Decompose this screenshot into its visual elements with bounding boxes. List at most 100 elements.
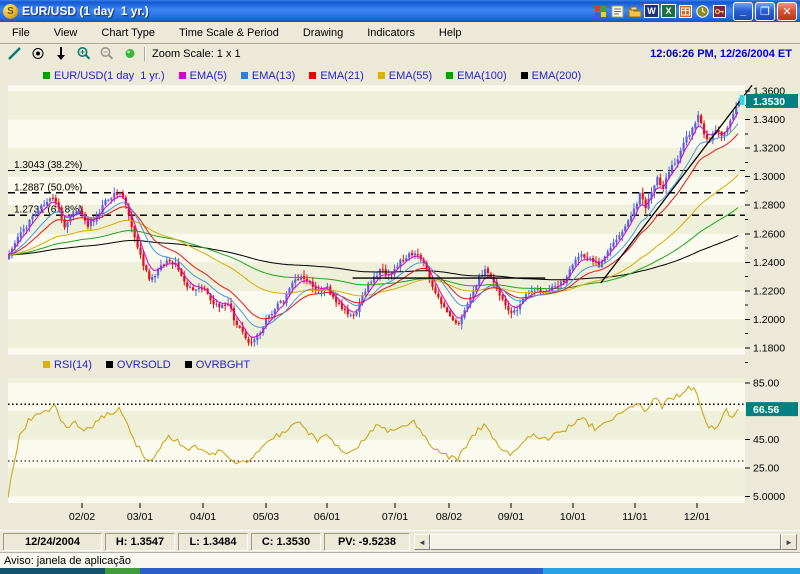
legend-label: EMA(55) (389, 70, 432, 82)
legend-item: EMA(55) (378, 70, 432, 82)
x-axis-label: 02/02 (69, 511, 95, 523)
app-grid-icon[interactable] (593, 4, 608, 18)
x-axis-label: 04/01 (190, 511, 216, 523)
legend-swatch (378, 72, 385, 79)
x-axis-label: 12/01 (684, 511, 710, 523)
legend-item: EMA(100) (446, 70, 507, 82)
strip-segment (140, 568, 543, 574)
price-axis-label: 1.2800 (753, 200, 785, 212)
line-tool-icon[interactable] (7, 46, 23, 61)
horizontal-scrollbar[interactable]: ◄ ► (414, 534, 797, 551)
price-legend: EUR/USD(1 day 1 yr.) EMA(5) EMA(13) EMA(21)… (43, 69, 581, 82)
rsi-axis-label: 5.0000 (753, 491, 785, 503)
down-arrow-icon[interactable] (53, 46, 69, 61)
legend-swatch (446, 72, 453, 79)
title-bar: S EUR/USD (1 day 1 yr.) WX _❐✕ (0, 0, 800, 22)
legend-item: RSI(14) (43, 359, 92, 371)
price-highlight-label: 1.3530 (753, 96, 785, 108)
price-axis-label: 1.3400 (753, 114, 785, 126)
drawing-tools (7, 46, 138, 61)
fib-label: 1.2887 (50.0%) (14, 182, 82, 193)
notes-icon[interactable] (610, 4, 625, 18)
scroll-right-button[interactable]: ► (781, 534, 797, 550)
menu-item-indicators[interactable]: Indicators (355, 24, 427, 42)
background-window-strip (0, 568, 800, 574)
status-cell: H: 1.3547 (105, 533, 175, 551)
legend-label: OVRSOLD (117, 359, 171, 371)
zoom-out-icon[interactable] (99, 46, 115, 61)
price-axis-label: 1.3200 (753, 143, 785, 155)
menu-item-time-scale-period[interactable]: Time Scale & Period (167, 24, 291, 42)
key-icon[interactable] (712, 4, 727, 18)
legend-swatch (309, 72, 316, 79)
scroll-left-button[interactable]: ◄ (414, 534, 430, 550)
app-coin-icon: S (3, 4, 18, 19)
legend-label: OVRBGHT (196, 359, 250, 371)
x-axis-label: 05/03 (253, 511, 279, 523)
menu-item-drawing[interactable]: Drawing (291, 24, 355, 42)
x-axis-label: 07/01 (382, 511, 408, 523)
chart-canvas[interactable]: 1.3043 (38.2%)1.2887 (50.0%)1.2731 (61.8… (0, 62, 800, 530)
legend-label: EMA(200) (532, 70, 582, 82)
close-button[interactable]: ✕ (777, 2, 797, 21)
minimize-button[interactable]: _ (733, 2, 753, 21)
menu-item-file[interactable]: File (0, 24, 42, 42)
legend-swatch (521, 72, 528, 79)
legend-item: EMA(21) (309, 70, 363, 82)
x-axis-label: 09/01 (498, 511, 524, 523)
applet-warning-bar: Aviso: janela de aplicação (0, 552, 800, 568)
folder-open-icon[interactable] (627, 4, 642, 18)
status-bar: 12/24/2004H: 1.3547L: 1.3484C: 1.3530PV:… (0, 530, 800, 553)
rsi-axis-label: 45.00 (753, 434, 779, 446)
legend-swatch (185, 361, 192, 368)
zoom-in-icon[interactable] (76, 46, 92, 61)
x-axis-label: 11/01 (622, 511, 648, 523)
chart-area[interactable]: 1.3043 (38.2%)1.2887 (50.0%)1.2731 (61.8… (0, 62, 800, 530)
x-axis-label: 10/01 (560, 511, 586, 523)
rsi-legend: RSI(14) OVRSOLD OVRBGHT (43, 358, 250, 371)
legend-label: RSI(14) (54, 359, 92, 371)
tick-ball-icon[interactable] (122, 46, 138, 61)
price-axis-label: 1.2000 (753, 314, 785, 326)
menu-item-chart-type[interactable]: Chart Type (89, 24, 167, 42)
window-title: EUR/USD (1 day 1 yr.) (22, 4, 149, 18)
quote-cells: 12/24/2004H: 1.3547L: 1.3484C: 1.3530PV:… (0, 533, 410, 551)
clock-icon[interactable] (695, 4, 710, 18)
menu-item-help[interactable]: Help (427, 24, 474, 42)
status-cell: PV: -9.5238 (324, 533, 410, 551)
legend-label: EMA(13) (252, 70, 295, 82)
price-axis-label: 1.2600 (753, 228, 785, 240)
rsi-stripes (8, 355, 745, 530)
x-axis-label: 08/02 (436, 511, 462, 523)
x-axis-label: 06/01 (314, 511, 340, 523)
legend-item: EMA(5) (179, 70, 227, 82)
price-axis-label: 1.2200 (753, 285, 785, 297)
menu-item-view[interactable]: View (42, 24, 90, 42)
last-price-marker (740, 95, 745, 105)
strip-segment (0, 568, 105, 574)
scrollbar-track[interactable] (430, 534, 781, 550)
legend-item: EMA(200) (521, 70, 582, 82)
tool-bar: Zoom Scale: 1 x 1 12:06:26 PM, 12/26/200… (0, 43, 800, 63)
strip-segment (105, 568, 140, 574)
rsi-axis-label: 85.00 (753, 378, 779, 390)
legend-label: EMA(21) (320, 70, 363, 82)
word-icon[interactable]: W (644, 4, 659, 18)
restore-button[interactable]: ❐ (755, 2, 775, 21)
excel-icon[interactable]: X (661, 4, 676, 18)
legend-swatch (106, 361, 113, 368)
toolbar-separator (144, 47, 146, 61)
crosshair-icon[interactable] (30, 46, 46, 61)
status-cell: 12/24/2004 (3, 533, 102, 551)
price-axis-label: 1.3000 (753, 171, 785, 183)
rsi-highlight-label: 66.56 (753, 404, 779, 416)
x-axis-label: 03/01 (127, 511, 153, 523)
legend-item: EMA(13) (241, 70, 295, 82)
legend-label: EMA(5) (190, 70, 227, 82)
legend-item: OVRSOLD (106, 359, 171, 371)
calendar-icon[interactable] (678, 4, 693, 18)
legend-label: EUR/USD(1 day 1 yr.) (54, 70, 165, 82)
price-axis-label: 1.2400 (753, 257, 785, 269)
fib-label: 1.2731 (61.8%) (14, 205, 82, 216)
application-window: S EUR/USD (1 day 1 yr.) WX _❐✕ FileViewC… (0, 0, 800, 574)
